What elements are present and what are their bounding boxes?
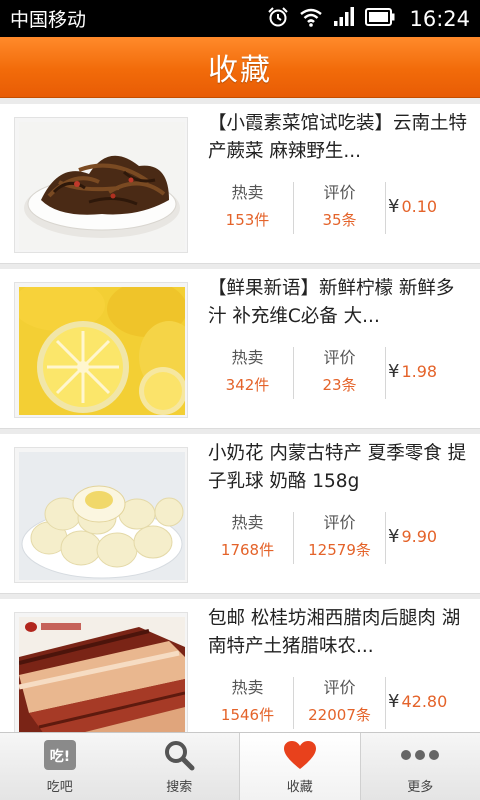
list-item[interactable]: 【鲜果新语】新鲜柠檬 新鲜多汁 补充维C必备 大... 热卖 342件 评价 2… <box>0 269 480 429</box>
product-thumbnail-frame <box>14 117 188 253</box>
product-thumbnail-frame <box>14 447 188 583</box>
list-item[interactable]: 【小霞素菜馆试吃装】云南土特产蕨菜 麻辣野生... 热卖 153件 评价 35条… <box>0 104 480 264</box>
review-stat: 评价 22007条 <box>294 677 386 729</box>
product-thumbnail-frame <box>14 282 188 418</box>
sold-count: 342件 <box>225 376 270 394</box>
title-bar: 收藏 <box>0 37 480 98</box>
sold-stat: 热卖 342件 <box>202 347 294 399</box>
status-time: 16:24 <box>409 6 470 31</box>
chiba-logo-icon: 吃! <box>43 738 77 772</box>
tab-label: 搜索 <box>166 780 193 795</box>
sold-stat: 热卖 1546件 <box>202 677 294 729</box>
list-item[interactable]: 小奶花 内蒙古特产 夏季零食 提子乳球 奶酪 158g 热卖 1768件 评价 … <box>0 434 480 594</box>
chiba-logo-text: 吃! <box>50 748 70 765</box>
currency-symbol: ¥ <box>388 526 400 547</box>
search-icon <box>163 738 195 772</box>
currency-symbol: ¥ <box>388 196 400 217</box>
sold-count: 1546件 <box>220 706 275 724</box>
price-value: 9.90 <box>401 527 438 546</box>
review-stat: 评价 35条 <box>294 182 386 234</box>
tab-label: 吃吧 <box>46 780 73 795</box>
product-thumbnail-frame <box>14 612 188 732</box>
product-image <box>19 617 185 732</box>
review-label: 评价 <box>323 183 356 202</box>
review-count: 35条 <box>322 211 357 229</box>
price-value: 42.80 <box>401 692 448 711</box>
tab-favorites[interactable]: 收藏 <box>239 733 361 800</box>
battery-icon <box>365 7 395 30</box>
currency-symbol: ¥ <box>388 691 400 712</box>
review-label: 评价 <box>323 513 356 532</box>
review-label: 评价 <box>323 348 356 367</box>
product-price: ¥1.98 <box>388 361 437 382</box>
more-dots-icon <box>400 738 440 772</box>
price-value: 0.10 <box>401 197 438 216</box>
product-image <box>19 452 185 580</box>
tab-search[interactable]: 搜索 <box>120 733 240 800</box>
product-title: 小奶花 内蒙古特产 夏季零食 提子乳球 奶酪 158g <box>208 443 467 492</box>
product-title: 【小霞素菜馆试吃装】云南土特产蕨菜 麻辣野生... <box>208 113 468 162</box>
alarm-icon <box>267 6 289 32</box>
sold-label: 热卖 <box>231 513 264 532</box>
tab-more[interactable]: 更多 <box>361 733 480 800</box>
review-count: 12579条 <box>308 541 371 559</box>
status-icons: 16:24 <box>267 6 470 32</box>
carrier-name: 中国移动 <box>10 9 87 31</box>
currency-symbol: ¥ <box>388 361 400 382</box>
review-stat: 评价 12579条 <box>294 512 386 564</box>
product-image <box>19 122 185 250</box>
sold-stat: 热卖 153件 <box>202 182 294 234</box>
status-bar: 中国移动 16:24 <box>0 0 480 37</box>
tab-chiba[interactable]: 吃! 吃吧 <box>0 733 120 800</box>
review-stat: 评价 23条 <box>294 347 386 399</box>
sold-count: 153件 <box>225 211 270 229</box>
sold-label: 热卖 <box>231 678 264 697</box>
sold-label: 热卖 <box>231 348 264 367</box>
tab-label: 收藏 <box>286 780 313 795</box>
sold-stat: 热卖 1768件 <box>202 512 294 564</box>
list-item[interactable]: 包邮 松桂坊湘西腊肉后腿肉 湖南特产土猪腊味农... 热卖 1546件 评价 2… <box>0 599 480 732</box>
tab-bar: 吃! 吃吧 搜索 收藏 更多 <box>0 732 480 800</box>
favorites-list[interactable]: 【小霞素菜馆试吃装】云南土特产蕨菜 麻辣野生... 热卖 153件 评价 35条… <box>0 98 480 732</box>
sold-label: 热卖 <box>231 183 264 202</box>
product-price: ¥0.10 <box>388 196 437 217</box>
product-title: 【鲜果新语】新鲜柠檬 新鲜多汁 补充维C必备 大... <box>208 278 455 327</box>
review-count: 22007条 <box>308 706 371 724</box>
heart-icon <box>283 738 317 772</box>
review-label: 评价 <box>323 678 356 697</box>
product-price: ¥9.90 <box>388 526 437 547</box>
product-image <box>19 287 185 415</box>
review-count: 23条 <box>322 376 357 394</box>
page-title: 收藏 <box>208 53 272 88</box>
tab-label: 更多 <box>407 780 434 795</box>
price-value: 1.98 <box>401 362 438 381</box>
wifi-icon <box>299 7 323 31</box>
sold-count: 1768件 <box>220 541 275 559</box>
signal-icon <box>333 6 355 31</box>
product-title: 包邮 松桂坊湘西腊肉后腿肉 湖南特产土猪腊味农... <box>208 608 461 657</box>
product-price: ¥42.80 <box>388 691 447 712</box>
